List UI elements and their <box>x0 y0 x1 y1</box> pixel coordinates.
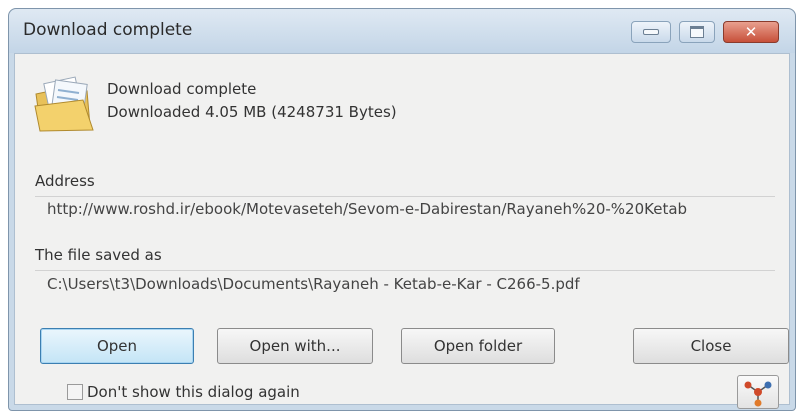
saved-path-value: C:\Users\t3\Downloads\Documents\Rayaneh … <box>47 275 580 293</box>
download-size: Downloaded 4.05 MB (4248731 Bytes) <box>107 103 397 121</box>
folder-document-icon <box>34 76 94 132</box>
close-icon: ✕ <box>744 22 758 41</box>
window-close-button[interactable]: ✕ <box>723 21 779 43</box>
saved-as-label: The file saved as <box>35 246 162 264</box>
maximize-icon <box>690 26 704 38</box>
dont-show-again-label[interactable]: Don't show this dialog again <box>87 383 300 401</box>
address-value: http://www.roshd.ir/ebook/Motevaseteh/Se… <box>47 200 688 218</box>
window-title: Download complete <box>23 20 193 40</box>
status-title: Download complete <box>107 80 257 98</box>
title-bar[interactable]: Download complete ✕ <box>9 9 795 53</box>
network-button[interactable] <box>737 375 779 409</box>
close-button[interactable]: Close <box>633 328 789 364</box>
maximize-button[interactable] <box>679 21 715 43</box>
open-with-button[interactable]: Open with... <box>217 328 373 364</box>
minimize-icon <box>643 29 659 35</box>
saved-as-divider <box>35 270 775 271</box>
dialog-body: Download complete Downloaded 4.05 MB (42… <box>14 53 790 409</box>
open-button[interactable]: Open <box>40 328 194 364</box>
open-folder-button[interactable]: Open folder <box>401 328 555 364</box>
download-complete-dialog: Download complete ✕ Download complete Do… <box>8 8 796 411</box>
dont-show-again-checkbox[interactable] <box>67 384 83 400</box>
minimize-button[interactable] <box>631 21 671 43</box>
address-divider <box>35 196 775 197</box>
address-label: Address <box>35 172 95 190</box>
network-icon <box>744 381 772 407</box>
